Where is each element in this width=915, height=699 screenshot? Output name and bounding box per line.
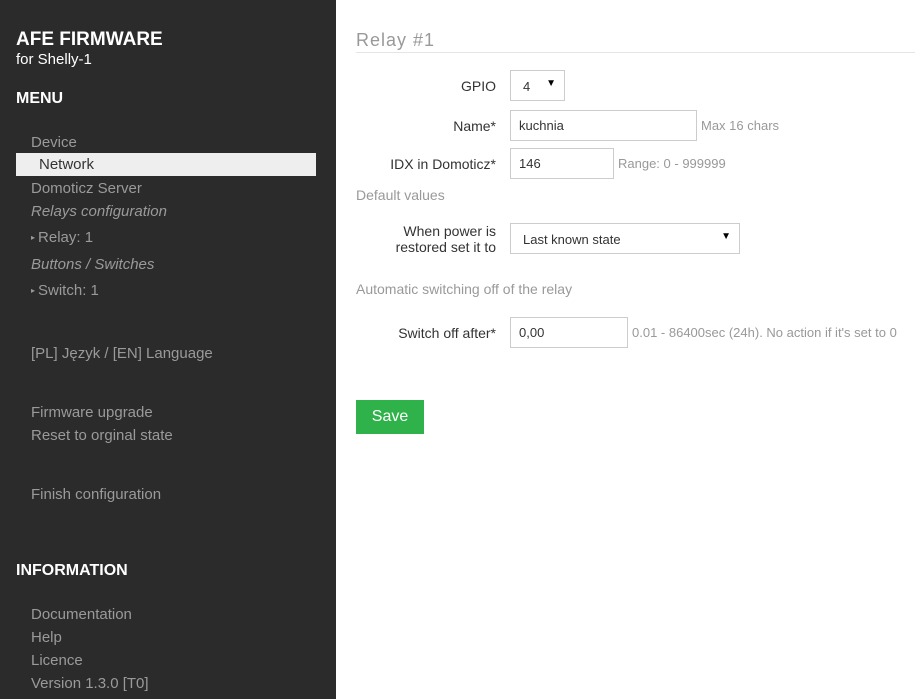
information-heading: INFORMATION: [16, 562, 128, 579]
sidebar-item-finish[interactable]: Finish configuration: [31, 486, 161, 503]
name-input[interactable]: kuchnia: [510, 110, 697, 141]
sidebar-item-licence[interactable]: Licence: [31, 652, 83, 669]
name-hint: Max 16 chars: [701, 118, 780, 133]
arrow-right-icon: ▸: [31, 286, 36, 295]
power-restore-select[interactable]: Last known state ▼: [510, 223, 740, 254]
name-label: Name*: [453, 118, 496, 134]
sidebar-group-relays: Relays configuration: [31, 203, 167, 220]
switch-off-input[interactable]: 0,00: [510, 317, 628, 348]
sidebar-item-relay-1[interactable]: ▸ Relay: 1: [31, 229, 93, 246]
sidebar-item-domoticz-server[interactable]: Domoticz Server: [31, 180, 142, 197]
sidebar-item-label: Network: [39, 156, 95, 173]
brand-subtitle: for Shelly-1: [16, 51, 92, 68]
idx-label: IDX in Domoticz*: [390, 156, 496, 172]
sidebar-item-label: Relay: 1: [38, 229, 94, 246]
page-title: Relay #1: [356, 30, 436, 50]
chevron-down-icon: ▼: [546, 78, 556, 89]
idx-input[interactable]: 146: [510, 148, 614, 179]
gpio-select[interactable]: 4 ▼: [510, 70, 565, 101]
switch-off-hint: 0.01 - 86400sec (24h). No action if it's…: [632, 325, 897, 340]
arrow-right-icon: ▸: [31, 233, 36, 242]
sidebar-item-device[interactable]: Device: [31, 134, 77, 151]
auto-switch-heading: Automatic switching off of the relay: [356, 281, 573, 297]
save-button[interactable]: Save: [356, 400, 424, 434]
power-restore-label-line1: When power is: [403, 223, 496, 239]
gpio-label: GPIO: [460, 78, 496, 94]
sidebar-item-language[interactable]: [PL] Język / [EN] Language: [31, 345, 213, 362]
sidebar-item-switch-1[interactable]: ▸ Switch: 1: [31, 282, 99, 299]
sidebar-item-reset[interactable]: Reset to orginal state: [31, 427, 173, 444]
switch-off-label: Switch off after*: [398, 325, 496, 341]
title-divider: [356, 52, 915, 53]
idx-hint: Range: 0 - 999999: [618, 156, 726, 171]
sidebar-group-buttons: Buttons / Switches: [31, 256, 155, 273]
sidebar-item-network[interactable]: Network: [16, 153, 316, 176]
chevron-down-icon: ▼: [721, 231, 731, 242]
brand-title: AFE FIRMWARE: [16, 29, 163, 50]
power-restore-value: Last known state: [523, 232, 621, 247]
default-values-heading: Default values: [356, 187, 445, 203]
power-restore-label-line2: restored set it to: [395, 239, 496, 255]
gpio-value: 4: [523, 79, 531, 94]
sidebar-item-documentation[interactable]: Documentation: [31, 606, 132, 623]
sidebar-item-firmware-upgrade[interactable]: Firmware upgrade: [31, 404, 153, 421]
sidebar-item-label: Switch: 1: [38, 282, 99, 299]
menu-heading: MENU: [16, 90, 64, 107]
sidebar-item-version: Version 1.3.0 [T0]: [31, 675, 149, 692]
sidebar: AFE FIRMWARE for Shelly-1 MENU Device Ne…: [0, 0, 336, 699]
power-restore-label: When power is restored set it to: [396, 223, 496, 255]
sidebar-item-help[interactable]: Help: [31, 629, 62, 646]
